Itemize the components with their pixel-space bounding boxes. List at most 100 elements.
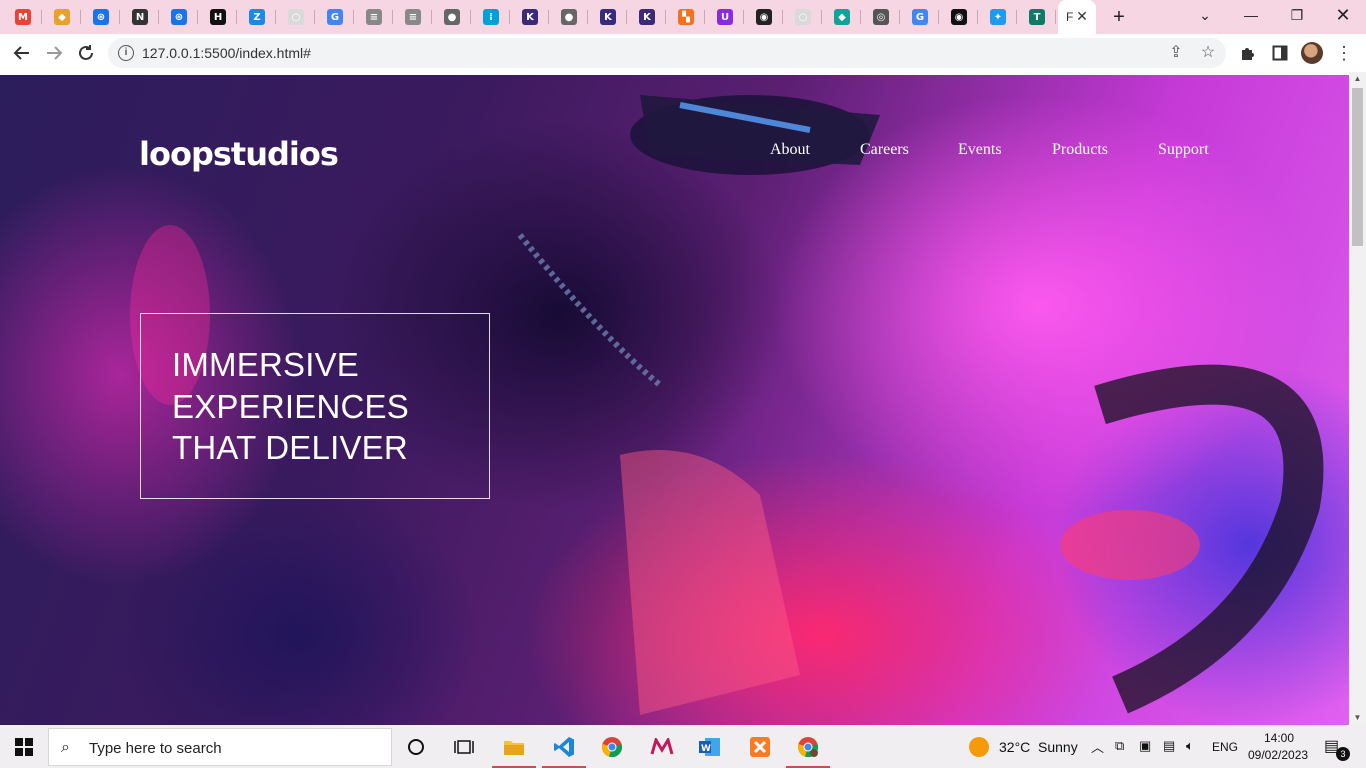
browser-tab[interactable]: ⊛ <box>82 4 120 30</box>
tab-separator <box>80 10 81 24</box>
nav-support[interactable]: Support <box>1158 141 1209 159</box>
tab-separator <box>470 10 471 24</box>
vscode-icon[interactable] <box>540 725 588 768</box>
nav-about[interactable]: About <box>770 141 810 159</box>
bookmark-star-icon[interactable]: ☆ <box>1198 43 1218 63</box>
file-explorer-icon[interactable] <box>490 725 538 768</box>
share-icon[interactable]: ⇪ <box>1166 43 1186 63</box>
browser-tab[interactable]: ◆ <box>43 4 81 30</box>
dark-circle-icon: ◉ <box>951 9 967 25</box>
extensions-puzzle-icon[interactable] <box>1236 41 1260 65</box>
browser-tab[interactable]: N <box>121 4 159 30</box>
svg-text:W: W <box>701 744 711 754</box>
address-url[interactable]: 127.0.0.1:5500/index.html# <box>142 45 311 61</box>
browser-tab[interactable]: ○ <box>277 4 315 30</box>
windows-start-icon[interactable] <box>0 725 48 768</box>
address-bar[interactable]: i 127.0.0.1:5500/index.html# ⇪ ☆ <box>108 38 1226 68</box>
purple-u-icon: U <box>717 9 733 25</box>
volume-icon[interactable]: 🔈︎ <box>1186 738 1194 754</box>
hero-headline-box: IMMERSIVE EXPERIENCES THAT DELIVER <box>140 313 490 499</box>
weather-temperature[interactable]: 32°C <box>999 739 1030 755</box>
word-icon[interactable]: W <box>686 725 734 768</box>
tab-separator <box>860 10 861 24</box>
browser-tab[interactable]: G <box>316 4 354 30</box>
globe-grey-icon: ● <box>444 9 460 25</box>
reload-icon[interactable] <box>74 41 98 65</box>
taskbar-search-placeholder: Type here to search <box>89 740 222 757</box>
browser-tab[interactable]: ◎ <box>862 4 900 30</box>
tab-separator <box>158 10 159 24</box>
browser-tab[interactable]: H <box>199 4 237 30</box>
tab-separator <box>1055 10 1056 24</box>
browser-tab[interactable]: ● <box>550 4 588 30</box>
browser-tab[interactable]: ✦ <box>979 4 1017 30</box>
browser-tab[interactable]: ○ <box>784 4 822 30</box>
tab-separator <box>236 10 237 24</box>
weather-condition[interactable]: Sunny <box>1038 739 1078 755</box>
browser-tab[interactable]: ⁞ <box>472 4 510 30</box>
new-tab-button[interactable]: + <box>1108 6 1130 28</box>
page-scrollbar[interactable]: ▲ ▼ <box>1349 72 1366 725</box>
cisco-icon: ⁞ <box>483 9 499 25</box>
hero-line-1: IMMERSIVE <box>172 346 359 383</box>
tray-overflow-chevron-icon[interactable]: ︿ <box>1091 737 1104 756</box>
browser-tab[interactable]: ⊛ <box>160 4 198 30</box>
scroll-down-arrow-icon[interactable]: ▼ <box>1349 711 1366 725</box>
weather-sun-icon[interactable] <box>956 725 1002 768</box>
browser-tab[interactable]: K <box>511 4 549 30</box>
browser-tab[interactable]: ◆ <box>823 4 861 30</box>
browser-tab[interactable]: K <box>589 4 627 30</box>
chrome-icon[interactable] <box>588 725 636 768</box>
browser-tab[interactable]: ≡ <box>355 4 393 30</box>
nav-events[interactable]: Events <box>958 141 1002 159</box>
light-page-icon: ○ <box>795 9 811 25</box>
scrollbar-thumb[interactable] <box>1352 88 1363 246</box>
input-language[interactable]: ENG <box>1212 740 1238 754</box>
scroll-up-arrow-icon[interactable]: ▲ <box>1349 72 1366 86</box>
google-icon: G <box>327 9 343 25</box>
tab-separator <box>977 10 978 24</box>
clock-date[interactable]: 09/02/2023 <box>1248 748 1308 762</box>
news-icon: N <box>132 9 148 25</box>
task-view-icon[interactable] <box>440 725 488 768</box>
browser-tab[interactable]: K <box>628 4 666 30</box>
close-window-button[interactable]: ✕ <box>1320 4 1366 26</box>
cortana-icon[interactable] <box>392 725 440 768</box>
browser-tab[interactable]: ◉ <box>745 4 783 30</box>
site-info-icon[interactable]: i <box>118 45 134 61</box>
browser-tab[interactable]: M <box>4 4 42 30</box>
network-icon[interactable]: ▤ <box>1163 738 1175 754</box>
tab-separator <box>197 10 198 24</box>
k-app-icon: K <box>522 9 538 25</box>
xampp-icon[interactable] <box>736 725 784 768</box>
close-tab-icon[interactable]: ✕ <box>1074 8 1090 24</box>
browser-tab[interactable]: Z <box>238 4 276 30</box>
profile-avatar[interactable] <box>1301 42 1323 64</box>
mendeley-icon[interactable] <box>638 725 686 768</box>
back-icon[interactable] <box>10 41 34 65</box>
browser-tab[interactable]: G <box>901 4 939 30</box>
browser-tab[interactable]: ▚ <box>667 4 705 30</box>
restore-button[interactable]: ❐ <box>1274 4 1320 26</box>
document-icon: ≡ <box>405 9 421 25</box>
k-app-icon: K <box>600 9 616 25</box>
chrome-profile-icon[interactable] <box>784 725 832 768</box>
clock-time[interactable]: 14:00 <box>1264 731 1294 745</box>
browser-tab[interactable]: U <box>706 4 744 30</box>
tab-search-icon[interactable]: ⌄ <box>1182 4 1228 26</box>
nav-products[interactable]: Products <box>1052 141 1108 159</box>
meet-now-icon[interactable]: ⧉ <box>1115 738 1124 754</box>
nav-careers[interactable]: Careers <box>860 141 909 159</box>
browser-toolbar: i 127.0.0.1:5500/index.html# ⇪ ☆ ⋮ <box>0 34 1366 72</box>
browser-tab[interactable]: ◉ <box>940 4 978 30</box>
site-logo[interactable]: loopstudios <box>139 135 339 173</box>
browser-tab[interactable]: ≡ <box>394 4 432 30</box>
side-panel-icon[interactable] <box>1268 41 1292 65</box>
taskbar-search-input[interactable]: ⌕ Type here to search <box>48 728 392 766</box>
minimize-button[interactable]: — <box>1228 4 1274 26</box>
forward-icon[interactable] <box>42 41 66 65</box>
browser-tab[interactable]: T <box>1018 4 1056 30</box>
browser-tab[interactable]: ● <box>433 4 471 30</box>
menu-kebab-icon[interactable]: ⋮ <box>1332 41 1356 65</box>
display-icon[interactable]: ▣ <box>1139 738 1151 754</box>
